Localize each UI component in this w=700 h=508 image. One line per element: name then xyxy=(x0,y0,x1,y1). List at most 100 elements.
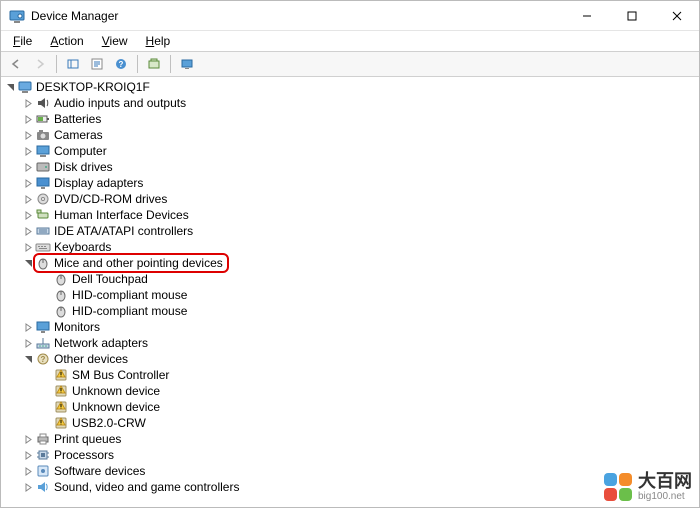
tree-node[interactable]: Disk drives xyxy=(21,159,697,175)
device-tree[interactable]: DESKTOP-KROIQ1FAudio inputs and outputsB… xyxy=(1,77,699,507)
tree-node[interactable]: Print queues xyxy=(21,431,697,447)
tree-node[interactable]: Dell Touchpad xyxy=(39,271,697,287)
camera-icon xyxy=(35,127,51,143)
tree-node[interactable]: Cameras xyxy=(21,127,697,143)
warning-icon xyxy=(53,367,69,383)
expand-icon[interactable] xyxy=(21,191,35,207)
warning-icon xyxy=(53,383,69,399)
tree-node[interactable]: Computer xyxy=(21,143,697,159)
tree-node[interactable]: Mice and other pointing devices xyxy=(21,255,697,271)
tree-node[interactable]: Network adapters xyxy=(21,335,697,351)
hid-icon xyxy=(35,207,51,223)
tree-node[interactable]: SM Bus Controller xyxy=(39,367,697,383)
tree-node[interactable]: Monitors xyxy=(21,319,697,335)
warning-icon xyxy=(53,415,69,431)
collapse-icon[interactable] xyxy=(3,79,17,95)
toolbar-properties-button[interactable] xyxy=(86,53,108,75)
expand-icon[interactable] xyxy=(21,95,35,111)
collapse-icon[interactable] xyxy=(21,351,35,367)
network-icon xyxy=(35,335,51,351)
toolbar-separator xyxy=(56,55,57,73)
tree-node[interactable]: Audio inputs and outputs xyxy=(21,95,697,111)
tree-node[interactable]: ?Other devices xyxy=(21,351,697,367)
tree-node-label: Other devices xyxy=(54,351,128,367)
tree-node[interactable]: Batteries xyxy=(21,111,697,127)
tree-node[interactable]: Unknown device xyxy=(39,399,697,415)
tree-node-label: Computer xyxy=(54,143,107,159)
menu-help[interactable]: HelpHelp xyxy=(138,32,179,50)
audio-icon xyxy=(35,95,51,111)
tree-node-label: SM Bus Controller xyxy=(72,367,169,383)
expand-icon[interactable] xyxy=(21,447,35,463)
device-manager-window: Device Manager FFileile ActionAction Vie… xyxy=(0,0,700,508)
toolbar: ? xyxy=(1,51,699,77)
software-icon xyxy=(35,463,51,479)
tree-node[interactable]: Processors xyxy=(21,447,697,463)
pc-icon xyxy=(17,79,33,95)
tree-node[interactable]: USB2.0-CRW xyxy=(39,415,697,431)
tree-node-label: Mice and other pointing devices xyxy=(54,255,223,271)
tree-node-label: Disk drives xyxy=(54,159,113,175)
svg-text:?: ? xyxy=(119,60,124,69)
tree-node-label: Dell Touchpad xyxy=(72,271,148,287)
ide-icon xyxy=(35,223,51,239)
tree-node-label: IDE ATA/ATAPI controllers xyxy=(54,223,193,239)
mouse-icon xyxy=(53,287,69,303)
maximize-button[interactable] xyxy=(609,1,654,30)
expand-icon[interactable] xyxy=(21,463,35,479)
tree-node[interactable]: Unknown device xyxy=(39,383,697,399)
menubar: FFileile ActionAction ViewView HelpHelp xyxy=(1,31,699,51)
expand-icon[interactable] xyxy=(21,111,35,127)
other-icon: ? xyxy=(35,351,51,367)
toolbar-show-hide-button[interactable] xyxy=(62,53,84,75)
tree-node[interactable]: IDE ATA/ATAPI controllers xyxy=(21,223,697,239)
sound-icon xyxy=(35,479,51,495)
close-button[interactable] xyxy=(654,1,699,30)
tree-node[interactable]: DVD/CD-ROM drives xyxy=(21,191,697,207)
mouse-icon xyxy=(53,271,69,287)
toolbar-forward-button[interactable] xyxy=(29,53,51,75)
expand-icon[interactable] xyxy=(21,143,35,159)
titlebar: Device Manager xyxy=(1,1,699,31)
tree-node[interactable]: Software devices xyxy=(21,463,697,479)
expand-icon[interactable] xyxy=(21,127,35,143)
toolbar-back-button[interactable] xyxy=(5,53,27,75)
expand-icon[interactable] xyxy=(21,159,35,175)
expand-icon[interactable] xyxy=(21,223,35,239)
tree-node-label: DVD/CD-ROM drives xyxy=(54,191,167,207)
expand-icon[interactable] xyxy=(21,479,35,495)
tree-node-label: HID-compliant mouse xyxy=(72,287,187,303)
printer-icon xyxy=(35,431,51,447)
tree-node-label: Software devices xyxy=(54,463,145,479)
expand-icon[interactable] xyxy=(21,207,35,223)
toolbar-separator xyxy=(137,55,138,73)
expand-icon[interactable] xyxy=(21,175,35,191)
tree-node[interactable]: DESKTOP-KROIQ1F xyxy=(3,79,697,95)
display-icon xyxy=(35,175,51,191)
tree-node[interactable]: Sound, video and game controllers xyxy=(21,479,697,495)
window-title: Device Manager xyxy=(31,9,118,23)
tree-node[interactable]: Display adapters xyxy=(21,175,697,191)
mouse-icon xyxy=(53,303,69,319)
menu-file[interactable]: FFileile xyxy=(5,32,40,50)
expand-icon[interactable] xyxy=(21,239,35,255)
menu-view[interactable]: ViewView xyxy=(94,32,136,50)
toolbar-separator xyxy=(170,55,171,73)
dvd-icon xyxy=(35,191,51,207)
tree-node-label: Cameras xyxy=(54,127,103,143)
tree-node-label: Display adapters xyxy=(54,175,143,191)
tree-node[interactable]: Human Interface Devices xyxy=(21,207,697,223)
tree-node-label: Unknown device xyxy=(72,399,160,415)
toolbar-scan-button[interactable] xyxy=(143,53,165,75)
menu-action[interactable]: ActionAction xyxy=(42,32,91,50)
minimize-button[interactable] xyxy=(564,1,609,30)
tree-node[interactable]: HID-compliant mouse xyxy=(39,303,697,319)
toolbar-help-button[interactable]: ? xyxy=(110,53,132,75)
tree-node[interactable]: HID-compliant mouse xyxy=(39,287,697,303)
expand-icon[interactable] xyxy=(21,319,35,335)
expand-icon[interactable] xyxy=(21,335,35,351)
disk-icon xyxy=(35,159,51,175)
cpu-icon xyxy=(35,447,51,463)
toolbar-monitor-button[interactable] xyxy=(176,53,198,75)
expand-icon[interactable] xyxy=(21,431,35,447)
